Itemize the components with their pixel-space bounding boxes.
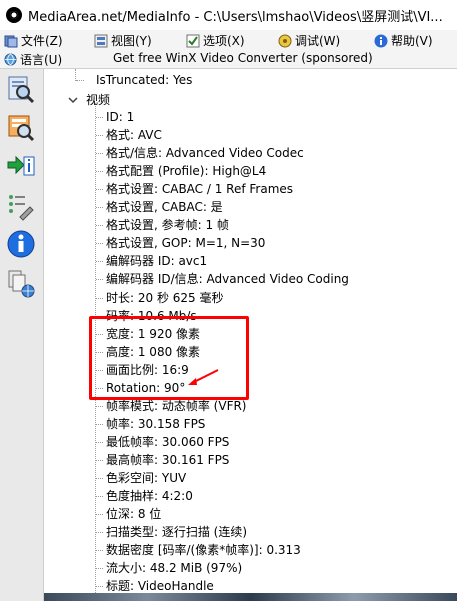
menu-view[interactable]: 视图(Y) <box>94 32 152 49</box>
tree-connector <box>96 153 103 155</box>
tree-connector <box>96 441 103 443</box>
tree-connector <box>96 135 103 137</box>
tree-connector <box>96 496 103 498</box>
menu-file-label: 文件(Z) <box>21 34 63 48</box>
info-circle-icon <box>7 230 35 258</box>
tree-connector <box>96 423 103 425</box>
red-arrow-annotation <box>188 369 219 385</box>
tree-connector <box>96 207 103 209</box>
menu-help-label: 帮助(V) <box>391 34 433 48</box>
menu-debug[interactable]: 调试(W) <box>278 32 340 49</box>
tree-connector <box>96 550 103 552</box>
menu-options[interactable]: 选项(X) <box>186 32 245 49</box>
tree-connector <box>96 405 103 407</box>
tree-item-label: 最高帧率: 30.161 FPS <box>106 452 230 467</box>
tree-item-label: 扫描类型: 逐行扫描 (连续) <box>106 525 248 540</box>
tree-section-label: 视频 <box>86 93 111 107</box>
sidebar-export-button[interactable] <box>4 267 38 301</box>
tree-item-label: 编解码器 ID/信息: Advanced Video Coding <box>106 272 349 287</box>
title-bar: MediaArea.net/MediaInfo - C:\Users\lmsha… <box>0 0 457 30</box>
options-icon <box>186 34 200 47</box>
debug-icon <box>278 34 292 47</box>
tree-item-label: 格式设置, 参考帧: 1 帧 <box>106 218 229 233</box>
menu-language[interactable]: 语言(U) <box>4 51 62 68</box>
tree-item-label: 格式设置: CABAC / 1 Ref Frames <box>106 182 294 197</box>
watermark-text: CSDN @码农小明 <box>350 578 449 592</box>
tree-connector <box>96 279 103 281</box>
tree-connector <box>96 514 103 516</box>
menu-debug-label: 调试(W) <box>295 34 341 48</box>
sponsored-link[interactable]: Get free WinX Video Converter (sponsored… <box>113 51 373 65</box>
arrow-info-icon <box>7 155 35 176</box>
secondary-menu-bar: 语言(U) Get free WinX Video Converter (spo… <box>0 50 457 69</box>
sidebar-about-button[interactable] <box>4 227 38 261</box>
magnifier-sheet-icon <box>8 115 35 142</box>
tree-item-label: 色彩空间: YUV <box>106 471 187 485</box>
tree-item-label: 格式设置, CABAC: 是 <box>106 200 223 215</box>
menu-bar: 文件(Z) 视图(Y) 选项(X) 调试(W) 帮助(V) <box>0 30 457 50</box>
sidebar-text-view-button[interactable] <box>4 189 38 223</box>
tree-item-label: 格式: AVC <box>106 128 162 143</box>
view-icon <box>94 34 108 47</box>
tree-item-label: 格式/信息: Advanced Video Codec <box>106 146 304 161</box>
tree-item-label: 流大小: 48.2 MiB (97%) <box>106 561 243 576</box>
tree-connector <box>96 261 103 263</box>
magnifier-document-icon <box>8 76 35 104</box>
sponsored-link-label: Get free WinX Video Converter (sponsored… <box>113 51 373 65</box>
tree-connector <box>96 532 103 534</box>
menu-language-label: 语言(U) <box>20 53 63 67</box>
highlight-box <box>89 316 249 400</box>
sidebar-sheet-view-button[interactable] <box>4 111 38 145</box>
globe-icon <box>4 53 17 66</box>
view-sidebar <box>0 69 44 601</box>
tree-connector <box>96 189 103 191</box>
tree-connector <box>96 171 103 173</box>
tree-connector <box>96 478 103 479</box>
tree-item-label: 格式配置 (Profile): High@L4 <box>106 164 267 179</box>
tree-item-label: 格式设置, GOP: M=1, N=30 <box>106 236 266 251</box>
tree-connector <box>96 297 103 299</box>
tree-connector <box>96 568 103 570</box>
menu-options-label: 选项(X) <box>203 34 245 48</box>
tree-item-label: 数据密度 [码率/(像素*帧率)]: 0.313 <box>106 543 301 558</box>
sidebar-tree-view-button[interactable] <box>4 149 38 183</box>
tree-item-label: 编解码器 ID: avc1 <box>106 254 208 269</box>
tree-item-label: 最低帧率: 30.060 FPS <box>106 434 230 449</box>
menu-view-label: 视图(Y) <box>111 34 152 48</box>
window-title: MediaArea.net/MediaInfo - C:\Users\lmsha… <box>28 9 443 25</box>
tree-connector <box>96 117 103 118</box>
bottom-video-strip <box>44 593 457 601</box>
mediainfo-app-icon <box>6 7 22 23</box>
tree-item-label: IsTruncated: Yes <box>96 73 193 87</box>
menu-file[interactable]: 文件(Z) <box>4 32 63 49</box>
chevron-down-icon[interactable] <box>68 95 78 105</box>
tree-item: IsTruncated: Yes <box>76 71 193 89</box>
menu-help[interactable]: 帮助(V) <box>374 32 433 49</box>
tree-item-label: 位深: 8 位 <box>106 507 162 522</box>
tree-item-label: 时长: 20 秒 625 毫秒 <box>106 290 224 305</box>
tree-item-label: 帧率: 30.158 FPS <box>106 416 206 431</box>
list-wrench-icon <box>9 195 34 221</box>
tree-connector <box>96 459 103 461</box>
documents-globe-icon <box>8 270 35 298</box>
sidebar-basic-view-button[interactable] <box>4 73 38 107</box>
tree-connector <box>96 225 103 227</box>
tree-item-label: ID: 1 <box>106 110 135 124</box>
tree-connector <box>96 586 103 588</box>
tree-connector <box>96 243 103 245</box>
tree-item-label: 色度抽样: 4:2:0 <box>106 489 193 504</box>
info-icon <box>374 34 388 47</box>
file-icon <box>4 35 18 47</box>
